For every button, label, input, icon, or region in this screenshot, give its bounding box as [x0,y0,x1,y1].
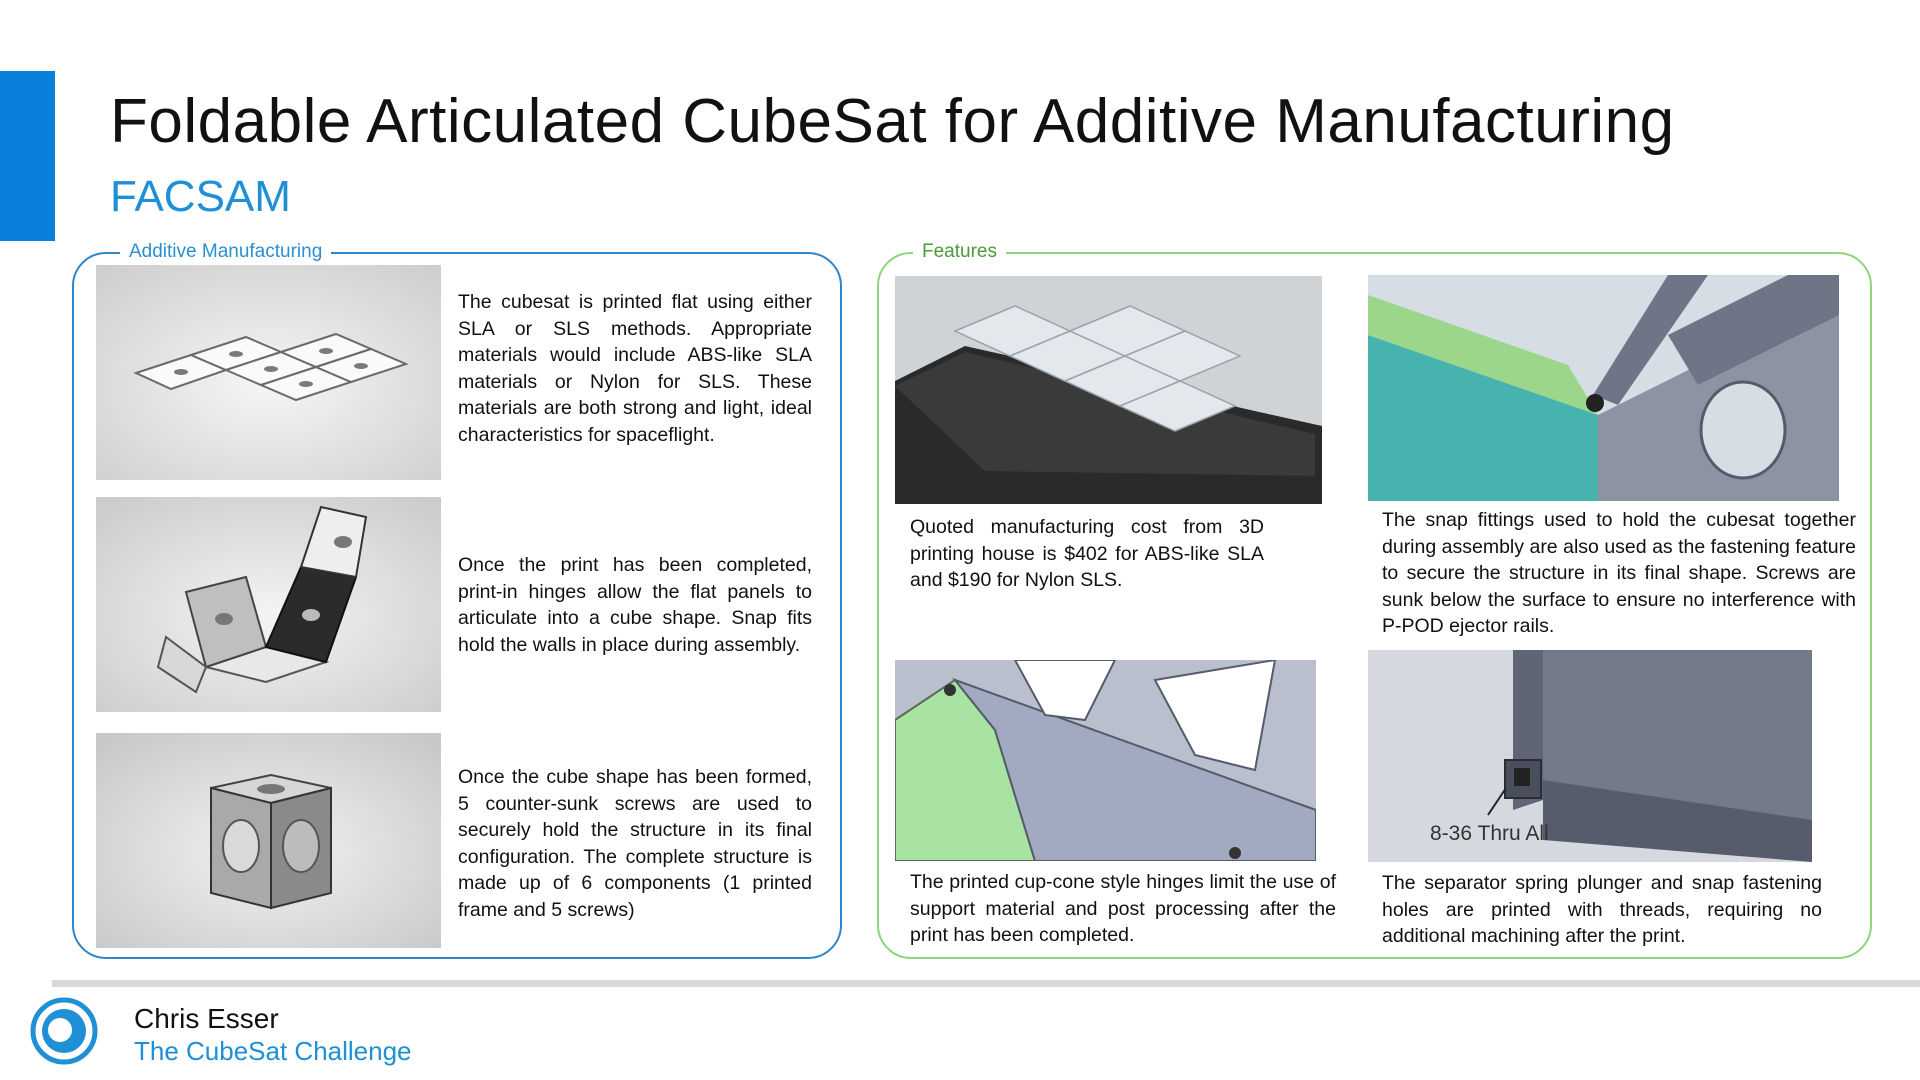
snap-fitting-closeup-image [1368,275,1839,501]
threaded-hole-closeup-image: 8-36 Thru All [1368,650,1812,862]
callout-label: 8-36 Thru All [1430,822,1549,845]
slide-subtitle: FACSAM [110,172,291,221]
footer-divider [52,980,1920,987]
assembled-cubesat-render [96,733,441,948]
panel-heading: Additive Manufacturing [120,241,332,263]
feature-text-1: Quoted manufacturing cost from 3D printi… [910,516,1264,591]
folding-cubesat-render [96,497,441,712]
feature-text-3: The printed cup-cone style hinges limit … [910,871,1336,946]
flat-printed-cubesat-render [96,265,441,480]
cup-cone-hinge-closeup-image [895,660,1316,861]
feature-text-2: The snap fittings used to hold the cubes… [1382,509,1856,637]
footer-author: Chris Esser [134,1003,279,1034]
feature-text-4: The separator spring plunger and snap fa… [1382,872,1822,947]
am-text-1: The cubesat is printed flat using either… [458,291,812,446]
am-text-2: Once the print has been completed, print… [458,554,812,656]
slide-title: Foldable Articulated CubeSat for Additiv… [110,87,1675,156]
panel-heading: Features [913,241,1006,263]
cubesat-challenge-logo-icon [30,997,98,1065]
footer-organization: The CubeSat Challenge [134,1036,412,1066]
accent-bar [0,71,55,241]
print-bed-layout-image [895,276,1322,504]
am-text-3: Once the cube shape has been formed, 5 c… [458,766,812,921]
